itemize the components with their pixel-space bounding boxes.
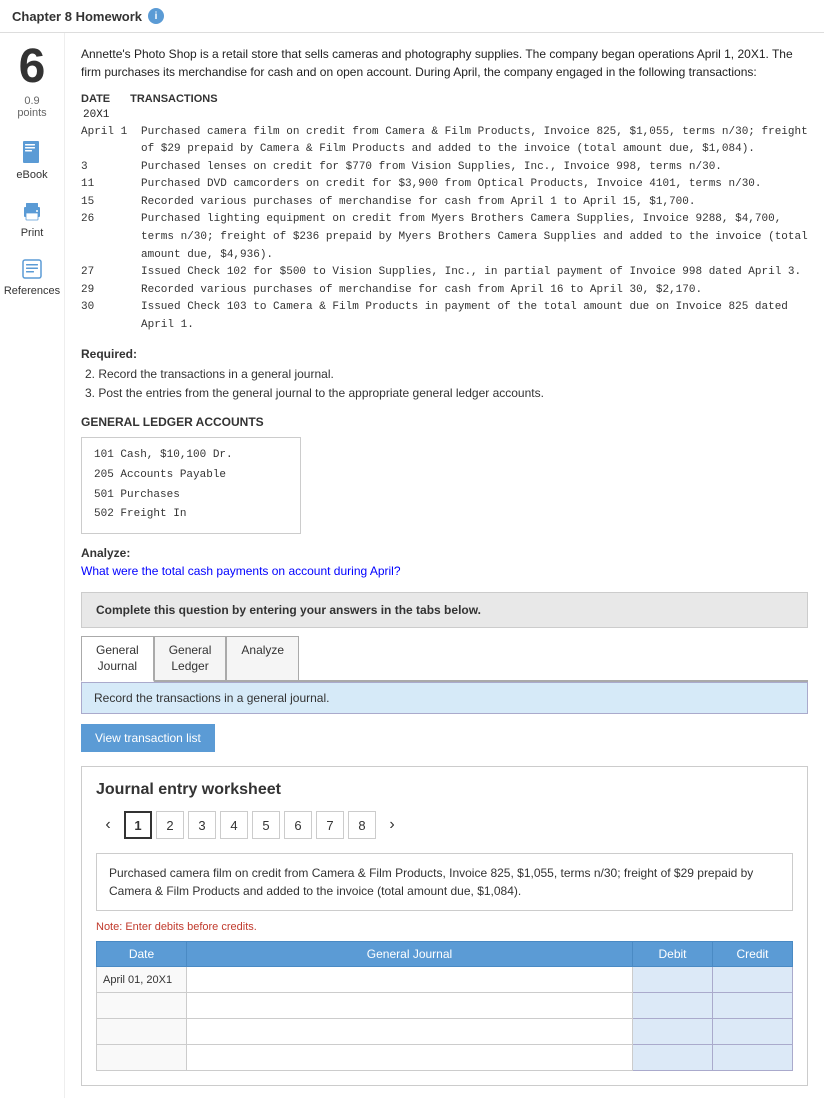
year-row: 20X1 (81, 107, 808, 124)
problem-number: 6 (19, 43, 46, 91)
table-row (97, 1019, 793, 1045)
ebook-label: eBook (16, 169, 47, 181)
col-header-journal: General Journal (187, 942, 633, 967)
date-cell (97, 993, 187, 1019)
journal-instruction: Record the transactions in a general jou… (81, 682, 808, 714)
date-col-header: DATE (81, 93, 110, 105)
required-section: Required: 2. Record the transactions in … (81, 347, 808, 403)
transaction-item: 3Purchased lenses on credit for $770 fro… (81, 159, 808, 177)
references-label: References (4, 285, 60, 297)
page-button-4[interactable]: 4 (220, 811, 248, 839)
problem-description: Annette's Photo Shop is a retail store t… (81, 45, 808, 81)
ebook-icon (18, 139, 46, 167)
date-cell: April 01, 20X1 (97, 967, 187, 993)
worksheet-box: Journal entry worksheet ‹ 12345678 › Pur… (81, 766, 808, 1086)
col-header-credit: Credit (713, 942, 793, 967)
credit-cell[interactable] (713, 1019, 793, 1045)
pagination-pages: 12345678 (124, 811, 376, 839)
debit-cell[interactable] (633, 1019, 713, 1045)
analyze-section: Analyze: What were the total cash paymen… (81, 546, 808, 578)
next-page-button[interactable]: › (380, 813, 404, 837)
journal-entry-cell[interactable] (187, 1045, 633, 1071)
view-transaction-list-button[interactable]: View transaction list (81, 724, 215, 752)
date-cell (97, 1019, 187, 1045)
print-button[interactable]: Print (18, 197, 46, 239)
info-icon[interactable]: i (148, 8, 164, 24)
credit-cell[interactable] (713, 967, 793, 993)
references-icon (18, 255, 46, 283)
sidebar: 6 0.9 points eBook (0, 33, 65, 1098)
table-row (97, 993, 793, 1019)
points-label: 0.9 points (17, 95, 46, 119)
required-item: 3. Post the entries from the general jou… (85, 384, 808, 403)
analyze-title: Analyze: (81, 546, 808, 560)
required-title: Required: (81, 347, 808, 361)
references-button[interactable]: References (4, 255, 60, 297)
transaction-item: April 1Purchased camera film on credit f… (81, 124, 808, 159)
gl-account-item: 501 Purchases (94, 486, 288, 506)
journal-table: Date General Journal Debit Credit April … (96, 941, 793, 1071)
gl-account-item: 205 Accounts Payable (94, 466, 288, 486)
credit-cell[interactable] (713, 993, 793, 1019)
page-button-8[interactable]: 8 (348, 811, 376, 839)
debit-cell[interactable] (633, 1045, 713, 1071)
print-icon (18, 197, 46, 225)
page-button-7[interactable]: 7 (316, 811, 344, 839)
transaction-description-box: Purchased camera film on credit from Cam… (96, 853, 793, 911)
page-button-3[interactable]: 3 (188, 811, 216, 839)
worksheet-title: Journal entry worksheet (96, 781, 793, 799)
page-button-5[interactable]: 5 (252, 811, 280, 839)
date-cell (97, 1045, 187, 1071)
transactions-list: April 1Purchased camera film on credit f… (81, 124, 808, 335)
page-button-6[interactable]: 6 (284, 811, 312, 839)
tabs-container: General JournalGeneral LedgerAnalyze (81, 636, 808, 682)
col-header-date: Date (97, 942, 187, 967)
journal-entry-cell[interactable] (187, 993, 633, 1019)
transaction-item: 30Issued Check 103 to Camera & Film Prod… (81, 299, 808, 334)
gl-title: GENERAL LEDGER ACCOUNTS (81, 415, 808, 429)
app-header: Chapter 8 Homework i (0, 0, 824, 33)
page-button-1[interactable]: 1 (124, 811, 152, 839)
table-row: April 01, 20X1 (97, 967, 793, 993)
pagination: ‹ 12345678 › (96, 811, 793, 839)
transactions-header: DATE TRANSACTIONS (81, 93, 808, 105)
print-label: Print (21, 227, 44, 239)
transaction-item: 27Issued Check 102 for $500 to Vision Su… (81, 264, 808, 282)
gl-account-item: 502 Freight In (94, 505, 288, 525)
transaction-item: 26Purchased lighting equipment on credit… (81, 211, 808, 264)
prev-page-button[interactable]: ‹ (96, 813, 120, 837)
gl-account-item: 101 Cash, $10,100 Dr. (94, 446, 288, 466)
tab-general-ledger[interactable]: General Ledger (154, 636, 227, 680)
analyze-text: What were the total cash payments on acc… (81, 564, 808, 578)
content-area: Annette's Photo Shop is a retail store t… (65, 33, 824, 1098)
transaction-item: 11Purchased DVD camcorders on credit for… (81, 176, 808, 194)
tab-analyze[interactable]: Analyze (226, 636, 299, 680)
journal-entry-cell[interactable] (187, 1019, 633, 1045)
gl-box: 101 Cash, $10,100 Dr.205 Accounts Payabl… (81, 437, 301, 534)
credit-cell[interactable] (713, 1045, 793, 1071)
ebook-button[interactable]: eBook (16, 139, 47, 181)
instruction-box: Complete this question by entering your … (81, 592, 808, 628)
required-item: 2. Record the transactions in a general … (85, 365, 808, 384)
note-text: Note: Enter debits before credits. (96, 921, 793, 933)
required-items-list: 2. Record the transactions in a general … (81, 365, 808, 403)
col-header-debit: Debit (633, 942, 713, 967)
transaction-item: 15Recorded various purchases of merchand… (81, 194, 808, 212)
debit-cell[interactable] (633, 993, 713, 1019)
debit-cell[interactable] (633, 967, 713, 993)
table-row (97, 1045, 793, 1071)
main-layout: 6 0.9 points eBook (0, 33, 824, 1098)
page-button-2[interactable]: 2 (156, 811, 184, 839)
transactions-col-header: TRANSACTIONS (130, 93, 217, 105)
transaction-item: 29Recorded various purchases of merchand… (81, 282, 808, 300)
gl-accounts-section: GENERAL LEDGER ACCOUNTS 101 Cash, $10,10… (81, 415, 808, 534)
transactions-section: DATE TRANSACTIONS 20X1 April 1Purchased … (81, 93, 808, 335)
tab-general-journal[interactable]: General Journal (81, 636, 154, 682)
journal-entry-cell[interactable] (187, 967, 633, 993)
page-title: Chapter 8 Homework (12, 9, 142, 24)
